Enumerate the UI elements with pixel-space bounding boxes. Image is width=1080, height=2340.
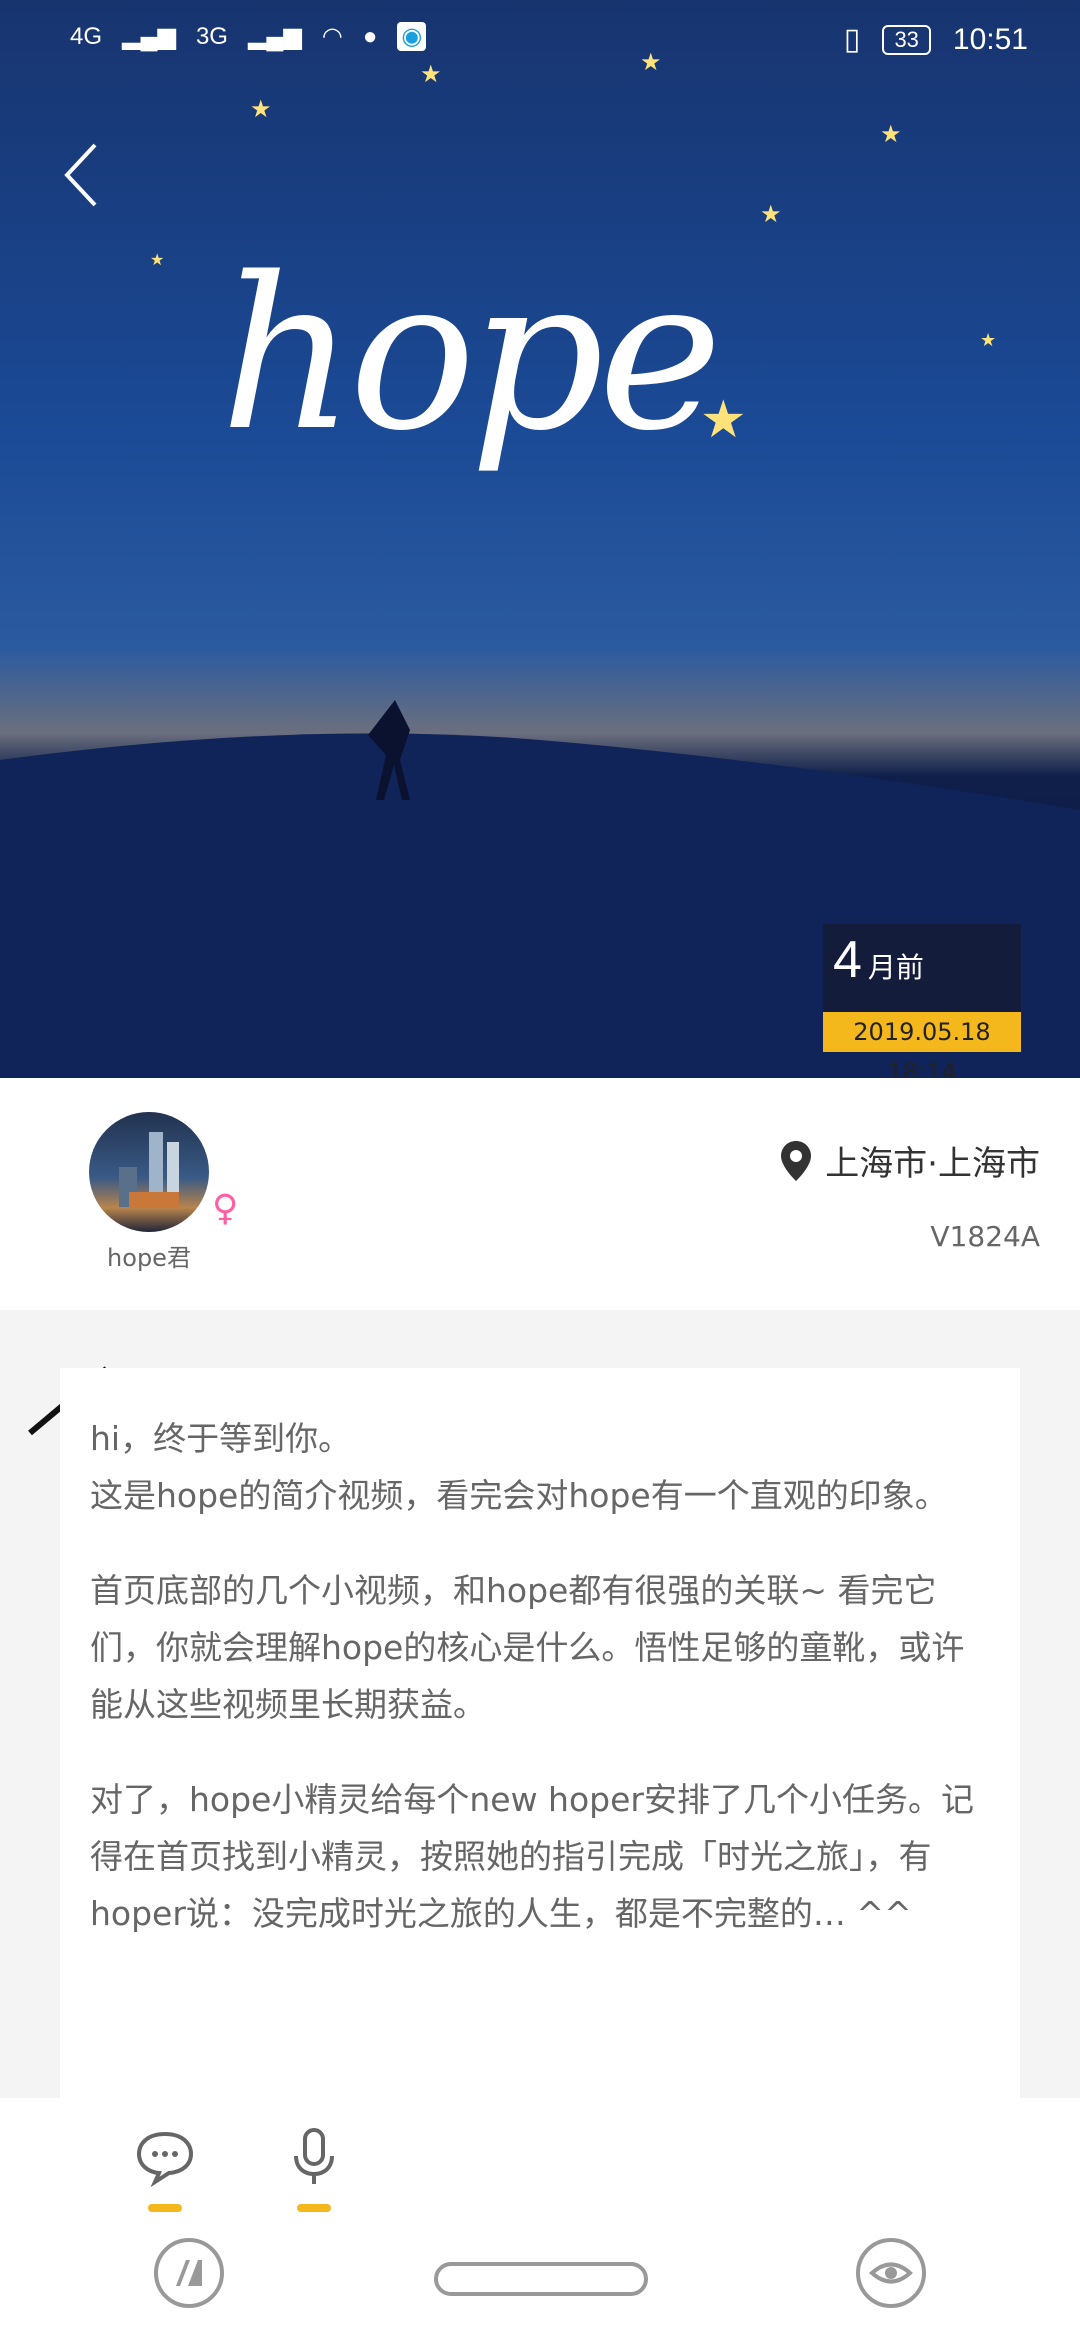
time-ago: 4 月前	[833, 930, 924, 990]
star-decoration: ★	[760, 200, 782, 228]
star-decoration: ★	[150, 250, 165, 269]
battery-level: 33	[882, 24, 931, 55]
voice-button[interactable]	[274, 2118, 354, 2218]
paragraph-3: 对了，hope小精灵给每个new hoper安排了几个小任务。记得在首页找到小精…	[90, 1780, 974, 1933]
star-decoration: ★	[250, 95, 272, 123]
location: 上海市·上海市	[779, 1136, 1040, 1185]
signal-4g-label: 4G	[70, 22, 103, 50]
star-decoration: ★	[980, 330, 997, 351]
time-ago-unit: 月前	[867, 952, 924, 983]
cover-title-art: hope	[220, 232, 722, 477]
device-model: V1824A	[930, 1220, 1040, 1253]
comment-button[interactable]	[125, 2118, 205, 2218]
active-indicator	[297, 2204, 331, 2212]
comment-icon	[136, 2131, 194, 2188]
eye-icon	[868, 2262, 914, 2284]
location-text: 上海市·上海市	[825, 1144, 1040, 1184]
bottom-toolbar	[0, 2098, 1080, 2340]
signal-icon: ▂▄▆	[122, 23, 176, 50]
post-content: hi，终于等到你。 这是hope的简介视频，看完会对hope有一个直观的印象。 …	[60, 1368, 1020, 2103]
time-ago-number: 4	[833, 931, 862, 989]
app-notification-icon: ◉	[397, 22, 427, 51]
status-bar: 4G ▂▄▆ 3G ▂▄▆ ◠ ● ◉ ▯ 33 10:51	[0, 0, 1080, 90]
username[interactable]: hope君	[89, 1238, 209, 1273]
nav-left-button[interactable]	[154, 2238, 224, 2308]
author-info: ♀ hope君 上海市·上海市 V1824A	[0, 1078, 1080, 1310]
back-button[interactable]	[55, 135, 115, 215]
gender-icon: ♀	[212, 1188, 239, 1229]
avatar-image	[119, 1132, 179, 1208]
wifi-icon: ◠	[321, 23, 343, 50]
location-pin-icon	[781, 1140, 812, 1181]
chevron-left-icon	[64, 143, 97, 207]
post-datetime: 2019.05.18 18:14	[823, 1012, 1021, 1078]
cover-image: ★ ★ ★ ★ ★ ★ ★ ★ 4G ▂▄▆ 3G ▂▄▆ ◠ ● ◉ ▯ 33…	[0, 0, 1080, 1078]
app-logo-icon	[176, 2260, 202, 2286]
nav-right-button[interactable]	[856, 2238, 926, 2308]
post-time-box: 4 月前 2019.05.18 18:14	[823, 924, 1021, 1078]
signal-3g-label: 3G	[195, 22, 228, 50]
star-decoration: ★	[880, 120, 902, 148]
paragraph-1: hi，终于等到你。 这是hope的简介视频，看完会对hope有一个直观的印象。	[90, 1419, 948, 1515]
signal-icon: ▂▄▆	[247, 23, 302, 50]
paragraph-2: 首页底部的几个小视频，和hope都有很强的关联~ 看完它们，你就会理解hope的…	[90, 1571, 965, 1724]
vibrate-icon: ▯	[843, 23, 861, 56]
clock: 10:51	[952, 22, 1028, 56]
chat-bubble-icon: ●	[362, 22, 378, 50]
home-gesture-bar[interactable]	[434, 2262, 648, 2296]
microphone-icon	[294, 2128, 334, 2184]
active-indicator	[148, 2204, 182, 2212]
avatar[interactable]	[89, 1112, 209, 1232]
